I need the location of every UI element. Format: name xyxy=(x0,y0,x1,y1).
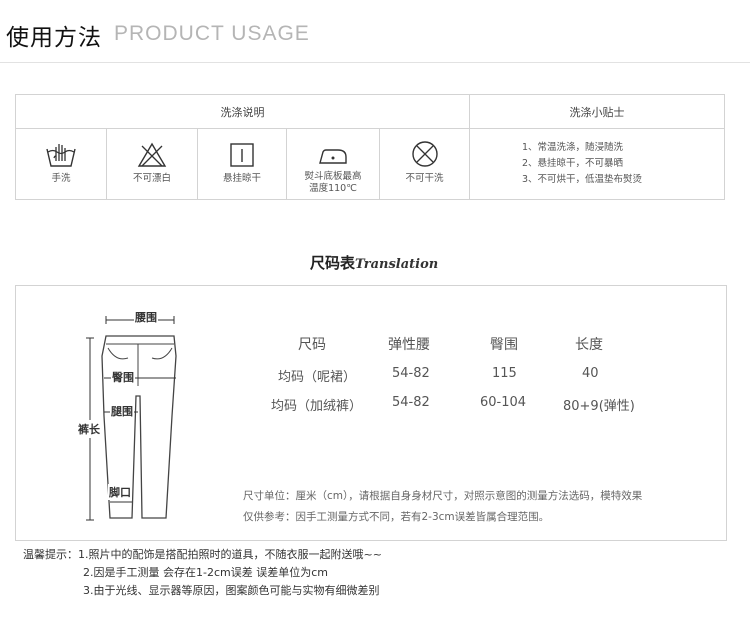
page-title: 使用方法 xyxy=(6,25,102,51)
wash-cell-no-dry-clean: 不可干洗 xyxy=(380,129,470,199)
size-col-header: 臀围 xyxy=(490,337,518,353)
size-title-en: Translation xyxy=(355,257,439,272)
size-cell: 均码（呢裙） xyxy=(278,370,357,385)
size-cell: 54-82 xyxy=(392,366,430,381)
wash-instructions-header: 洗涤说明 xyxy=(16,95,470,129)
wash-table: 洗涤说明 洗涤小贴士 手洗 不可漂白 悬挂晾干 熨斗底板最高 温度110℃ 不可… xyxy=(15,94,725,200)
iron-label-line2: 温度110℃ xyxy=(309,183,357,194)
wash-cell-no-bleach: 不可漂白 xyxy=(107,129,198,199)
size-col-header: 弹性腰 xyxy=(388,337,430,353)
size-cell: 均码（加绒裤） xyxy=(271,399,363,414)
reminder-line2: 2.因是手工测量 会存在1-2cm误差 误差单位为cm xyxy=(83,566,328,579)
pants-diagram: 腰围 臀围 腿围 裤长 脚口 xyxy=(76,306,196,526)
reminder-line1: 温馨提示：1.照片中的配饰是搭配拍照时的道具，不随衣服一起附送哦~~ xyxy=(23,548,382,561)
wash-cell-hand-wash: 手洗 xyxy=(16,129,107,199)
wash-tips: 1、常温洗涤，随浸随洗 2、悬挂晾干，不可暴晒 3、不可烘干，低温垫布熨烫 xyxy=(470,129,724,199)
wash-label: 悬挂晾干 xyxy=(222,173,261,184)
size-col-header: 尺码 xyxy=(298,337,326,353)
wash-label: 不可干洗 xyxy=(405,173,444,184)
iron-label-line1: 熨斗底板最高 xyxy=(304,171,362,182)
size-cell: 40 xyxy=(582,366,599,381)
wash-label: 不可漂白 xyxy=(132,173,171,184)
wash-label: 手洗 xyxy=(51,173,71,184)
size-cell: 60-104 xyxy=(480,395,527,410)
size-cell: 80+9(弹性) xyxy=(563,399,635,414)
size-title-cn: 尺码表 xyxy=(310,254,356,272)
page-subtitle: PRODUCT USAGE xyxy=(114,22,310,45)
wash-tip: 3、不可烘干，低温垫布熨烫 xyxy=(522,174,643,185)
diagram-label-hem: 脚口 xyxy=(108,484,132,500)
size-note-line1: 尺寸单位：厘米（cm），请根据自身身材尺寸，对照示意图的测量方法选码，模特效果 xyxy=(243,490,643,502)
header-divider xyxy=(0,62,750,63)
no-dry-clean-icon xyxy=(411,141,438,167)
hand-wash-icon xyxy=(46,144,76,167)
pants-outline-icon xyxy=(86,316,177,521)
diagram-label-thigh: 腿围 xyxy=(110,403,134,419)
wash-label: 熨斗底板最高 温度110℃ xyxy=(287,171,379,195)
diagram-label-waist: 腰围 xyxy=(134,309,158,325)
iron-icon xyxy=(319,149,347,164)
diagram-label-hip: 臀围 xyxy=(111,369,135,385)
hang-dry-icon xyxy=(230,143,254,167)
wash-tip: 1、常温洗涤，随浸随洗 xyxy=(522,142,624,153)
reminder-line3: 3.由于光线、显示器等原因，图案颜色可能与实物有细微差别 xyxy=(83,584,380,597)
diagram-label-length: 裤长 xyxy=(78,420,100,438)
no-bleach-icon xyxy=(137,142,167,167)
size-chart-title: 尺码表Translation xyxy=(310,252,438,273)
size-cell: 54-82 xyxy=(392,395,430,410)
wash-tip: 2、悬挂晾干，不可暴晒 xyxy=(522,158,624,169)
wash-cell-hang-dry: 悬挂晾干 xyxy=(198,129,287,199)
size-note-line2: 仅供参考：因手工测量方式不同，若有2-3cm误差皆属合理范围。 xyxy=(243,511,550,523)
wash-tips-header: 洗涤小贴士 xyxy=(470,95,724,129)
size-cell: 115 xyxy=(492,366,517,381)
wash-cell-iron: 熨斗底板最高 温度110℃ xyxy=(287,129,380,199)
size-col-header: 长度 xyxy=(575,337,603,353)
